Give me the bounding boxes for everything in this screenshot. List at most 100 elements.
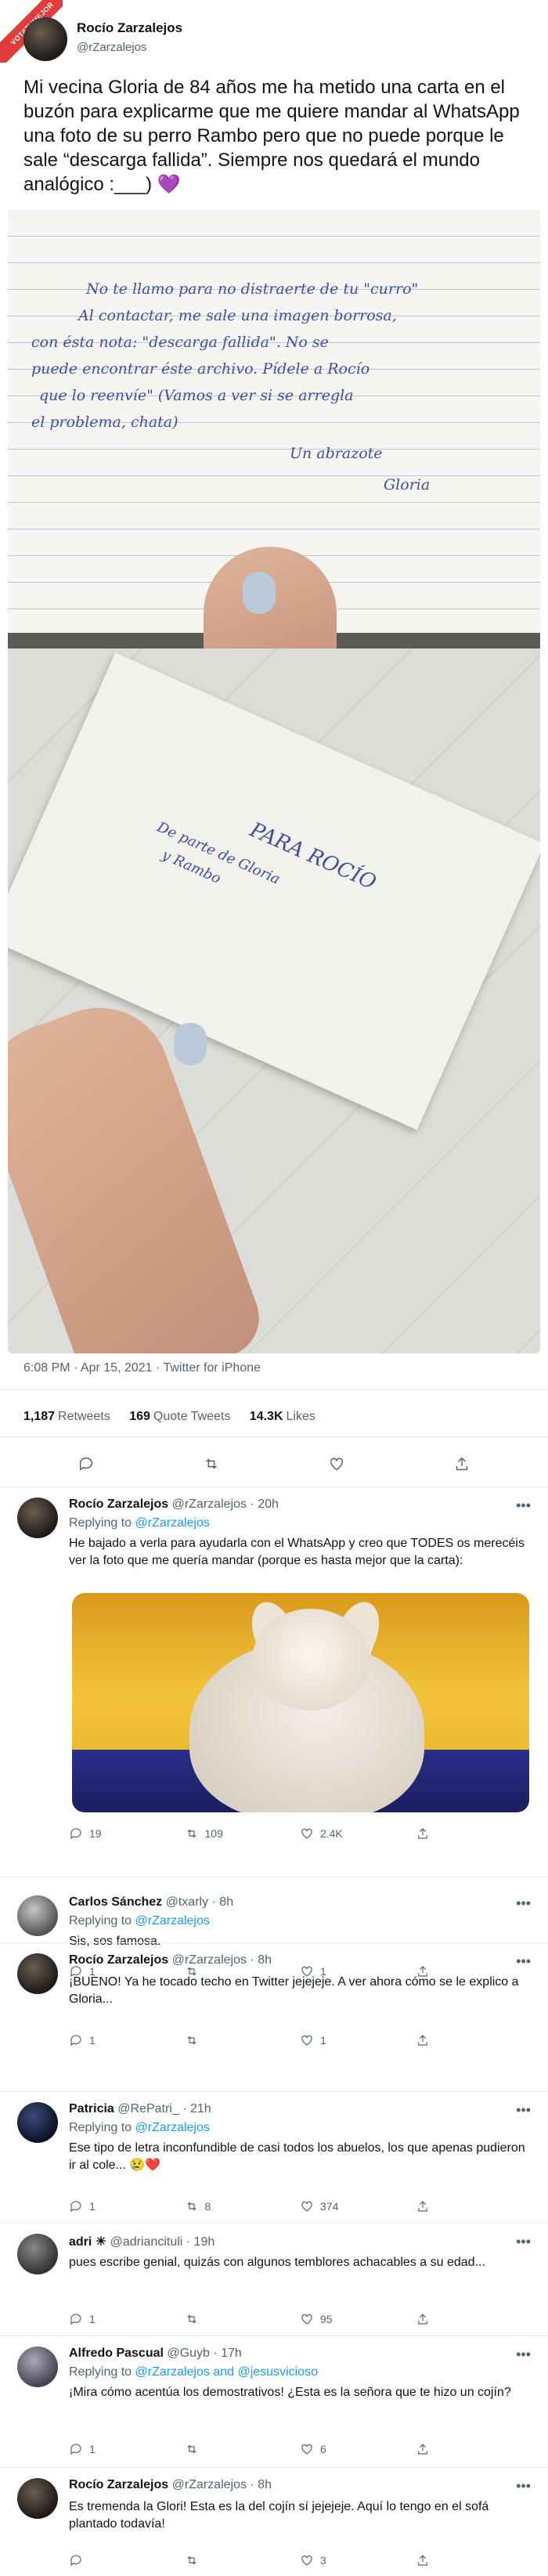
reply-actions: 1 6 — [69, 2442, 531, 2456]
reply-text: He bajado a verla para ayudarla con el W… — [69, 1537, 525, 1567]
retweet-icon — [185, 2033, 199, 2047]
like-icon[interactable] — [328, 1455, 345, 1472]
like-button[interactable]: 1 — [300, 2033, 416, 2047]
letter-line: Un abrazote — [290, 445, 383, 462]
retweet-icon — [185, 2312, 199, 2326]
avatar[interactable] — [17, 1953, 58, 1994]
author-handle[interactable]: @rZarzalejos — [77, 41, 146, 54]
reply-button[interactable]: 1 — [69, 2442, 185, 2456]
retweet-icon — [185, 2442, 199, 2456]
replying-to: Replying to @rZarzalejos — [69, 1914, 210, 1927]
avatar[interactable] — [17, 2347, 58, 2387]
reply-button[interactable]: 19 — [69, 1826, 185, 1841]
replying-to: Replying to @rZarzalejos — [69, 1516, 210, 1530]
reply-text: pues escribe genial, quizás con algunos … — [69, 2256, 485, 2269]
reply-item[interactable]: Alfredo Pascual @Guyb · 17h ••• Replying… — [0, 2347, 548, 2464]
retweet-button[interactable] — [185, 2033, 301, 2047]
like-button[interactable]: 3 — [300, 2553, 416, 2567]
share-icon — [416, 2553, 430, 2567]
share-icon[interactable] — [453, 1455, 470, 1472]
reply-item[interactable]: adri ☀ @adriancituli · 19h ••• pues escr… — [0, 2234, 548, 2328]
like-icon — [300, 2442, 314, 2456]
more-icon[interactable]: ••• — [516, 1895, 531, 1912]
letter-line: puede encontrar éste archivo. Pídele a R… — [31, 360, 370, 378]
like-button[interactable]: 6 — [300, 2442, 416, 2456]
share-icon — [416, 2199, 430, 2213]
reply-author[interactable]: Rocío Zarzalejos @rZarzalejos · 20h — [69, 1498, 279, 1512]
retweets-stat[interactable]: 1,187 Retweets — [23, 1410, 110, 1423]
more-icon[interactable]: ••• — [516, 2102, 531, 2119]
likes-stat[interactable]: 14.3K Likes — [250, 1410, 315, 1423]
like-icon — [300, 2199, 314, 2213]
letter-line: el problema, chata) — [31, 414, 178, 431]
like-icon — [300, 2553, 314, 2567]
reply-text: ¡Mira cómo acentúa los demostrativos! ¿E… — [69, 2386, 511, 2399]
reply-button[interactable]: 1 — [69, 2033, 185, 2047]
more-icon[interactable]: ••• — [516, 2478, 531, 2495]
reply-item[interactable]: Rocío Zarzalejos @rZarzalejos · 8h ••• E… — [0, 2478, 548, 2572]
avatar[interactable] — [23, 17, 67, 61]
divider — [0, 2467, 548, 2468]
reply-icon[interactable] — [78, 1455, 95, 1472]
reply-author[interactable]: Rocío Zarzalejos @rZarzalejos · 8h — [69, 2478, 272, 2492]
dog-photo[interactable] — [72, 1593, 529, 1812]
reply-icon — [69, 1826, 83, 1841]
reply-icon — [69, 2553, 83, 2567]
share-button[interactable] — [416, 2033, 532, 2047]
reply-button[interactable] — [69, 2553, 185, 2567]
avatar[interactable] — [17, 2102, 58, 2143]
reply-actions: 1 8 374 — [69, 2199, 531, 2213]
share-button[interactable] — [416, 2442, 532, 2456]
like-button[interactable]: 2.4K — [300, 1826, 416, 1841]
tweet-stats: 1,187 Retweets 169 Quote Tweets 14.3K Likes — [23, 1410, 331, 1424]
share-button[interactable] — [416, 2199, 532, 2213]
retweet-button[interactable] — [185, 2312, 301, 2326]
letter-line: que lo reenvíe" (Vamos a ver si se arreg… — [39, 387, 354, 404]
letter-photo[interactable]: No te llamo para no distraerte de tu "cu… — [8, 210, 540, 649]
more-icon[interactable]: ••• — [516, 1953, 531, 1970]
avatar[interactable] — [17, 1498, 58, 1538]
reply-author[interactable]: Alfredo Pascual @Guyb · 17h — [69, 2347, 242, 2361]
share-button[interactable] — [416, 2312, 532, 2326]
reply-author[interactable]: Patricia @RePatri_ · 21h — [69, 2102, 211, 2116]
avatar[interactable] — [17, 1895, 58, 1936]
divider — [0, 1389, 548, 1390]
reply-actions: 1 1 — [69, 2033, 531, 2047]
avatar[interactable] — [17, 2234, 58, 2274]
author-name[interactable]: Rocío Zarzalejos — [77, 20, 182, 36]
retweet-button[interactable]: 8 — [185, 2199, 301, 2213]
reply-text: Sis, sos famosa. — [69, 1935, 161, 1948]
share-icon — [416, 2442, 430, 2456]
reply-icon — [69, 2442, 83, 2456]
share-button[interactable] — [416, 1826, 532, 1841]
divider — [0, 2223, 548, 2224]
letter-line: Al contactar, me sale una imagen borrosa… — [78, 307, 397, 324]
retweet-icon[interactable] — [203, 1455, 220, 1472]
more-icon[interactable]: ••• — [516, 2347, 531, 2363]
retweet-icon — [185, 1826, 199, 1841]
reply-author[interactable]: adri ☀ @adriancituli · 19h — [69, 2234, 215, 2249]
reply-button[interactable]: 1 — [69, 2312, 185, 2326]
envelope-photo[interactable]: PARA ROCÍO De parte de Gloria y Rambo — [8, 649, 540, 1353]
more-icon[interactable]: ••• — [516, 2234, 531, 2250]
letter-line: No te llamo para no distraerte de tu "cu… — [86, 280, 419, 298]
avatar[interactable] — [17, 2478, 58, 2519]
share-button[interactable] — [416, 2553, 532, 2567]
reply-text: Ese tipo de letra inconfundible de casi … — [69, 2141, 525, 2172]
quotes-stat[interactable]: 169 Quote Tweets — [129, 1410, 230, 1423]
retweet-button[interactable] — [185, 2553, 301, 2567]
like-icon — [300, 1826, 314, 1841]
reply-button[interactable]: 1 — [69, 2199, 185, 2213]
reply-author[interactable]: Carlos Sánchez @txarly · 8h — [69, 1895, 233, 1909]
retweet-button[interactable]: 109 — [185, 1826, 301, 1841]
reply-author[interactable]: Rocío Zarzalejos @rZarzalejos · 8h — [69, 1953, 272, 1967]
like-button[interactable]: 95 — [300, 2312, 416, 2326]
more-icon[interactable]: ••• — [516, 1498, 531, 1514]
replying-to: Replying to @rZarzalejos — [69, 2121, 210, 2134]
retweet-button[interactable] — [185, 2442, 301, 2456]
reply-actions: 19 109 2.4K — [69, 1826, 531, 1841]
reply-item[interactable]: Rocío Zarzalejos @rZarzalejos · 8h ••• ¡… — [0, 1953, 548, 2071]
like-button[interactable]: 374 — [300, 2199, 416, 2213]
letter-signature: Gloria — [384, 476, 431, 493]
reply-item[interactable]: Patricia @RePatri_ · 21h ••• Replying to… — [0, 2102, 548, 2235]
